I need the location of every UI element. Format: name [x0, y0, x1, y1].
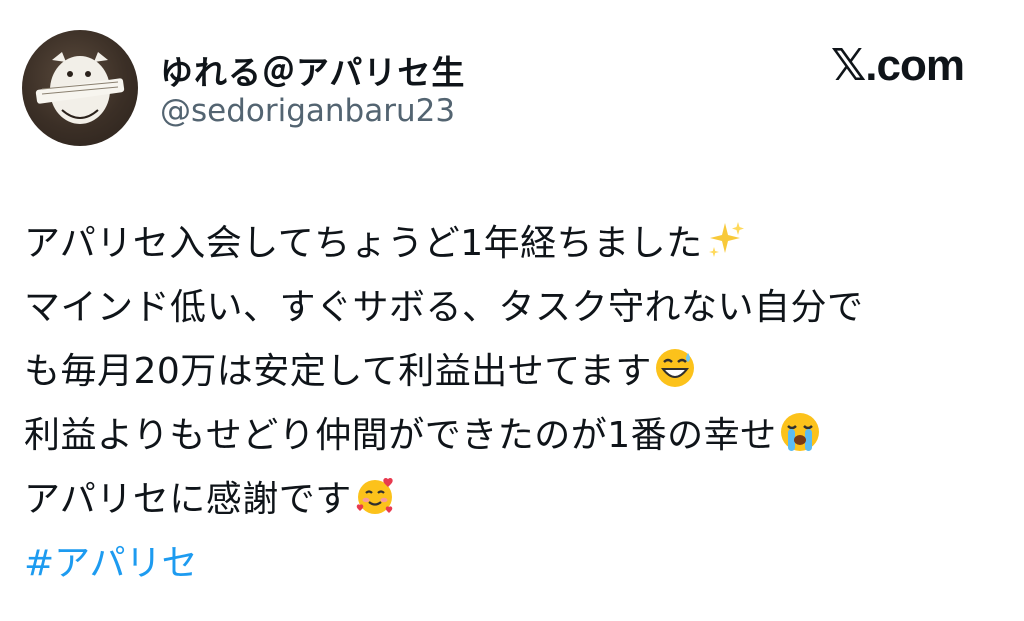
user-handle[interactable]: @sedoriganbaru23	[160, 93, 455, 129]
display-name[interactable]: ゆれる＠アパリセ生	[160, 46, 465, 94]
smiling-hearts-emoji	[354, 475, 396, 517]
tweet-line-text: 利益よりもせどり仲間ができたのが1番の幸せ	[24, 415, 777, 456]
tweet-line: マインド低い、すぐサボる、タスク守れない自分で	[24, 276, 984, 340]
tweet-line: アパリセに感謝です	[24, 468, 984, 532]
tweet-line: も毎月20万は安定して利益出せてます	[24, 340, 984, 404]
tweet-line-text: も毎月20万は安定して利益出せてます	[24, 351, 652, 392]
tweet-line: アパリセ入会してちょうど1年経ちました	[24, 212, 984, 276]
x-brand-logo: 𝕏.com	[830, 41, 965, 90]
tweet-line-text: マインド低い、すぐサボる、タスク守れない自分で	[24, 287, 864, 328]
grinning-sweat-emoji	[654, 347, 696, 389]
tweet-line-text: アパリセ入会してちょうど1年経ちました	[24, 223, 703, 264]
avatar[interactable]	[22, 30, 138, 146]
tweet-line: 利益よりもせどり仲間ができたのが1番の幸せ	[24, 404, 984, 468]
sparkles-emoji	[705, 219, 747, 261]
tweet-text: アパリセ入会してちょうど1年経ちました マインド低い、すぐサボる、タスク守れない…	[24, 212, 984, 596]
hashtag-link[interactable]: #アパリセ	[24, 532, 984, 596]
loudly-crying-emoji	[779, 411, 821, 453]
avatar-illustration-icon	[35, 52, 125, 124]
tweet-line-text: アパリセに感謝です	[24, 479, 352, 520]
